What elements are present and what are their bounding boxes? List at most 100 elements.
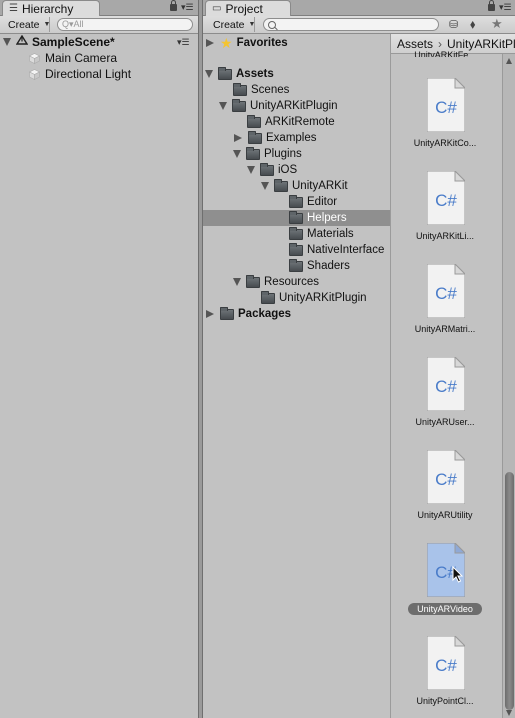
- folder-icon: [260, 162, 274, 176]
- asset-item[interactable]: C# UnityARUser...: [391, 357, 499, 450]
- list-icon: ☰: [9, 3, 18, 14]
- tree-folder-label: Examples: [266, 132, 317, 144]
- asset-item[interactable]: C# UnityARUtility: [391, 450, 499, 543]
- folder-icon: [289, 226, 303, 240]
- tree-folder-row[interactable]: UnityARKitPlugin: [203, 290, 390, 306]
- asset-item[interactable]: C# UnityARKitLi...: [391, 171, 499, 264]
- asset-item[interactable]: C# UnityARMatri...: [391, 264, 499, 357]
- lock-icon[interactable]: [488, 0, 495, 11]
- folder-icon: [289, 258, 303, 272]
- asset-label: UnityARKitLi...: [415, 231, 475, 241]
- folder-icon: [289, 210, 303, 224]
- hierarchy-object-row[interactable]: Directional Light: [29, 66, 131, 82]
- packages-row[interactable]: Packages: [205, 306, 390, 322]
- expand-arrow-icon[interactable]: [247, 166, 255, 174]
- expand-arrow-icon[interactable]: [261, 182, 269, 190]
- tree-folder-row[interactable]: ARKitRemote: [203, 114, 390, 130]
- favorites-label: Favorites: [236, 37, 288, 49]
- scroll-thumb[interactable]: [505, 472, 514, 710]
- cube-icon: [29, 68, 40, 80]
- tree-folder-row[interactable]: Shaders: [203, 258, 390, 274]
- asset-label: UnityARUser...: [415, 417, 475, 427]
- asset-item[interactable]: C# UnityPointCl...: [391, 636, 499, 718]
- scene-row[interactable]: SampleScene* ▾☰: [3, 34, 198, 50]
- tree-folder-label: Materials: [307, 228, 354, 240]
- csharp-file-icon: C#: [427, 264, 465, 318]
- vertical-scrollbar[interactable]: [502, 54, 515, 718]
- csharp-file-icon: C#: [427, 636, 465, 690]
- asset-label: UnityARVideo: [408, 603, 482, 615]
- hierarchy-search-placeholder: Q▾All: [62, 19, 84, 29]
- filter-by-label-icon[interactable]: ⬧: [470, 17, 475, 32]
- csharp-icon-text: C#: [435, 377, 457, 396]
- collapsed-arrow-icon[interactable]: [234, 134, 242, 142]
- expand-arrow-icon[interactable]: [3, 38, 11, 46]
- packages-label: Packages: [238, 308, 292, 320]
- expand-arrow-icon[interactable]: [205, 70, 213, 78]
- tree-folder-label: Editor: [307, 196, 338, 208]
- project-create-button[interactable]: Create ▼: [207, 17, 255, 32]
- asset-label: UnityARUtility: [417, 510, 473, 520]
- folder-icon: [274, 178, 288, 192]
- hierarchy-object-row[interactable]: Main Camera: [29, 50, 117, 66]
- search-icon: [268, 20, 276, 29]
- expand-arrow-icon[interactable]: [219, 102, 227, 110]
- project-tab-label: Project: [225, 1, 263, 16]
- project-search-input[interactable]: [263, 18, 439, 31]
- tree-folder-row[interactable]: Helpers: [203, 210, 390, 226]
- favorite-star-icon[interactable]: ★: [491, 16, 503, 32]
- chevron-down-icon: ▼: [248, 21, 256, 28]
- lock-icon[interactable]: [170, 0, 177, 11]
- tree-folder-label: UnityARKitPlugin: [279, 292, 367, 304]
- folder-icon: [233, 82, 247, 96]
- folder-icon: [261, 290, 275, 304]
- tree-folder-row[interactable]: Assets: [203, 66, 390, 82]
- asset-label: UnityPointCl...: [416, 696, 474, 706]
- scene-menu-icon[interactable]: ▾☰: [177, 37, 190, 48]
- folder-icon: [232, 98, 246, 112]
- favorites-row[interactable]: ★ Favorites: [205, 35, 390, 51]
- hierarchy-create-button[interactable]: Create ▼: [2, 17, 50, 32]
- hierarchy-search-input[interactable]: Q▾All: [57, 18, 193, 31]
- hierarchy-tab[interactable]: ☰ Hierarchy: [2, 0, 100, 16]
- expand-arrow-icon[interactable]: [233, 278, 241, 286]
- expand-arrow-icon[interactable]: [233, 150, 241, 158]
- csharp-icon-text: C#: [435, 98, 457, 117]
- folder-icon: [246, 146, 260, 160]
- tree-folder-row[interactable]: NativeInterface: [203, 242, 390, 258]
- tree-folder-label: Plugins: [264, 148, 302, 160]
- tree-folder-row[interactable]: Examples: [203, 130, 390, 146]
- asset-item[interactable]: C# UnityARVideo: [391, 543, 499, 636]
- asset-label: UnityARMatri...: [414, 324, 476, 334]
- panel-menu-icon[interactable]: ▾☰: [499, 3, 512, 12]
- scroll-up-icon[interactable]: [506, 58, 512, 64]
- folder-icon: [218, 66, 232, 80]
- tree-folder-row[interactable]: Editor: [203, 194, 390, 210]
- csharp-icon-text: C#: [435, 470, 457, 489]
- tree-folder-row[interactable]: UnityARKit: [203, 178, 390, 194]
- folder-icon: [248, 130, 262, 144]
- hierarchy-tab-label: Hierarchy: [21, 1, 74, 16]
- mouse-pointer-icon: [452, 566, 464, 583]
- expand-arrow-icon[interactable]: [206, 310, 214, 318]
- scene-name: SampleScene*: [32, 35, 115, 49]
- tree-folder-row[interactable]: Scenes: [203, 82, 390, 98]
- tree-folder-row[interactable]: UnityARKitPlugin: [203, 98, 390, 114]
- tree-folder-row[interactable]: iOS: [203, 162, 390, 178]
- project-tab[interactable]: ▭ Project: [205, 0, 291, 16]
- panel-menu-icon[interactable]: ▾☰: [181, 3, 194, 12]
- asset-grid-pane: Assets › UnityARKitPl UnityARKitFe... C#…: [390, 34, 515, 718]
- hierarchy-object-label: Directional Light: [45, 67, 132, 81]
- chevron-down-icon: ▼: [43, 21, 51, 28]
- tree-folder-row[interactable]: Materials: [203, 226, 390, 242]
- tree-folder-row[interactable]: Resources: [203, 274, 390, 290]
- asset-item[interactable]: C# UnityARKitCo...: [391, 78, 499, 171]
- tree-folder-label: Helpers: [307, 212, 347, 224]
- filter-by-type-icon[interactable]: ⛁: [449, 18, 458, 31]
- expand-arrow-icon[interactable]: [206, 39, 214, 47]
- folder-icon: [289, 242, 303, 256]
- tree-folder-label: Shaders: [307, 260, 350, 272]
- hierarchy-object-label: Main Camera: [45, 51, 118, 65]
- tree-folder-row[interactable]: Plugins: [203, 146, 390, 162]
- scroll-down-icon[interactable]: [506, 710, 512, 716]
